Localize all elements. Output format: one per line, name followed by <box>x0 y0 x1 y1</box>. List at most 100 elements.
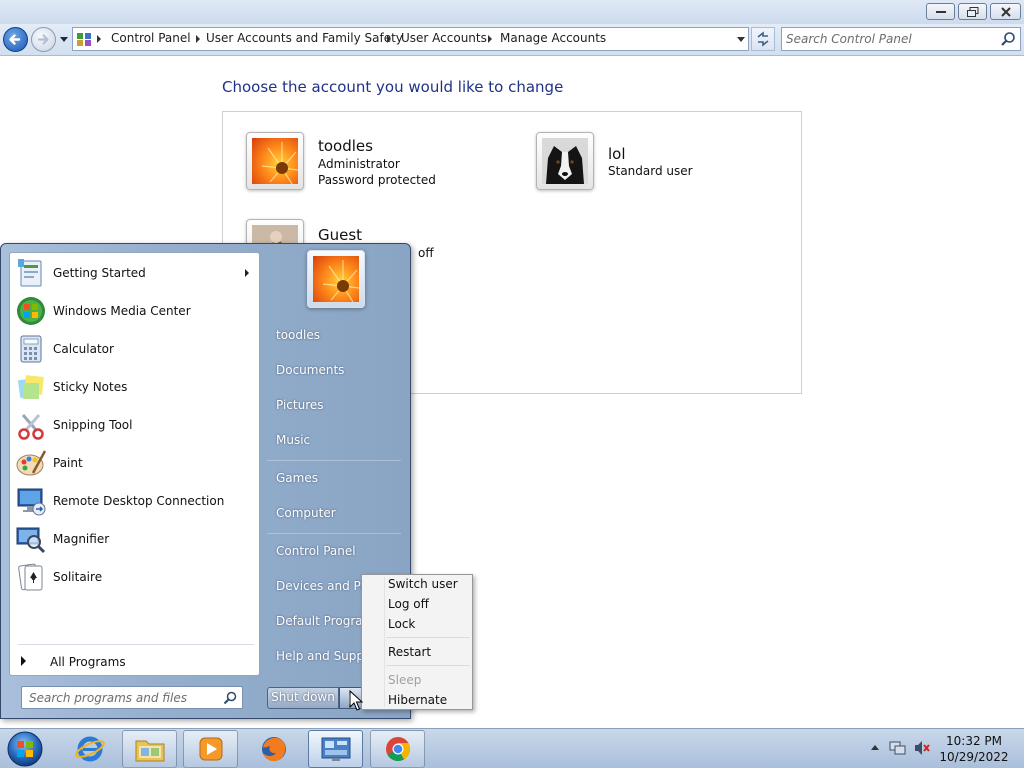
separator <box>267 533 401 534</box>
minimize-button[interactable] <box>926 3 955 20</box>
recent-pages-icon[interactable] <box>59 36 69 44</box>
taskbar-windows-explorer[interactable] <box>122 730 177 768</box>
program-label: Getting Started <box>53 266 146 280</box>
start-link-help-and-support[interactable]: Help and Suppo <box>276 649 371 663</box>
close-button[interactable] <box>990 3 1021 20</box>
program-calculator[interactable]: Calculator <box>13 331 258 367</box>
program-paint[interactable]: Paint <box>13 445 258 481</box>
minimize-icon <box>935 10 946 13</box>
menu-item-switch-user[interactable]: Switch user <box>388 577 458 591</box>
breadcrumb-manage-accounts[interactable]: Manage Accounts <box>500 31 606 45</box>
separator <box>386 665 470 666</box>
start-orb-icon <box>7 731 43 767</box>
show-hidden-icons-icon[interactable] <box>871 745 879 750</box>
breadcrumb-separator-icon[interactable] <box>196 35 200 43</box>
search-input[interactable] <box>786 31 991 47</box>
start-search-box[interactable] <box>21 686 243 709</box>
start-link-default-programs[interactable]: Default Program <box>276 614 374 628</box>
menu-item-sleep: Sleep <box>388 673 422 687</box>
program-snipping-tool[interactable]: Snipping Tool <box>13 407 258 443</box>
breadcrumb-separator-icon <box>97 35 101 43</box>
page-title: Choose the account you would like to cha… <box>222 78 564 96</box>
chrome-icon <box>385 737 410 762</box>
media-player-icon <box>199 737 222 761</box>
separator <box>18 644 254 645</box>
program-solitaire[interactable]: Solitaire <box>13 559 258 595</box>
start-link-pictures[interactable]: Pictures <box>276 398 324 412</box>
internet-explorer-icon <box>74 736 105 762</box>
start-link-documents[interactable]: Documents <box>276 363 344 377</box>
firefox-icon <box>261 737 286 762</box>
clock-time[interactable]: 10:32 PM <box>930 734 1018 748</box>
forward-button[interactable] <box>31 27 56 52</box>
program-label: Windows Media Center <box>53 304 191 318</box>
start-link-control-panel[interactable]: Control Panel <box>276 544 356 558</box>
account-picture <box>536 132 594 190</box>
program-label: Remote Desktop Connection <box>53 494 225 508</box>
restore-icon <box>966 6 978 17</box>
refresh-button[interactable] <box>751 27 775 51</box>
start-button[interactable] <box>5 730 45 768</box>
expand-arrow-icon <box>21 656 26 666</box>
start-link-music[interactable]: Music <box>276 433 310 447</box>
program-windows-media-center[interactable]: Windows Media Center <box>13 293 258 329</box>
scissors-icon <box>18 414 44 440</box>
programs-pane: Getting Started Windows Media Center Cal… <box>9 252 260 676</box>
program-label: Calculator <box>53 342 114 356</box>
refresh-icon <box>757 31 769 47</box>
program-magnifier[interactable]: Magnifier <box>13 521 258 557</box>
breadcrumb-user-accounts[interactable]: User Accounts <box>401 31 487 45</box>
search-icon[interactable] <box>223 691 237 705</box>
breadcrumb-separator-icon[interactable] <box>387 35 391 43</box>
close-icon <box>1000 6 1011 17</box>
start-link-games[interactable]: Games <box>276 471 318 485</box>
account-name: lol <box>608 145 626 163</box>
all-programs-label: All Programs <box>50 655 126 669</box>
taskbar-control-panel[interactable] <box>308 730 363 768</box>
submenu-arrow-icon[interactable] <box>245 269 249 277</box>
navigation-bar: Control Panel User Accounts and Family S… <box>0 24 1024 56</box>
media-center-icon <box>17 297 45 325</box>
all-programs-button[interactable]: All Programs <box>18 653 254 673</box>
getting-started-icon <box>18 259 42 287</box>
start-link-user-folder[interactable]: toodles <box>276 328 320 342</box>
menu-item-hibernate[interactable]: Hibernate <box>388 693 447 707</box>
search-box[interactable] <box>781 27 1021 51</box>
taskbar-firefox[interactable] <box>246 730 301 768</box>
search-icon[interactable] <box>1000 31 1016 47</box>
program-remote-desktop-connection[interactable]: Remote Desktop Connection <box>13 483 258 519</box>
clock-date[interactable]: 10/29/2022 <box>930 750 1018 764</box>
volume-muted-icon[interactable] <box>914 740 930 756</box>
menu-item-lock[interactable]: Lock <box>388 617 415 631</box>
account-type: Administrator <box>318 157 400 171</box>
taskbar-chrome[interactable] <box>370 730 425 768</box>
program-sticky-notes[interactable]: Sticky Notes <box>13 369 258 405</box>
paint-palette-icon <box>16 450 47 476</box>
start-link-computer[interactable]: Computer <box>276 506 336 520</box>
program-label: Paint <box>53 456 83 470</box>
taskbar-media-player[interactable] <box>183 730 238 768</box>
menu-gutter <box>384 577 385 707</box>
menu-item-log-off[interactable]: Log off <box>388 597 429 611</box>
network-icon[interactable] <box>889 740 907 756</box>
account-toodles[interactable]: toodles Administrator Password protected <box>246 132 506 194</box>
breadcrumb-user-accounts-family-safety[interactable]: User Accounts and Family Safety <box>206 31 403 45</box>
breadcrumb-control-panel[interactable]: Control Panel <box>111 31 191 45</box>
flower-icon <box>252 138 298 184</box>
folder-icon <box>135 740 164 762</box>
program-getting-started[interactable]: Getting Started <box>13 255 258 291</box>
breadcrumb-separator-icon[interactable] <box>488 35 492 43</box>
start-search-input[interactable] <box>29 691 214 705</box>
address-bar[interactable]: Control Panel User Accounts and Family S… <box>72 27 749 51</box>
restore-button[interactable] <box>958 3 987 20</box>
control-panel-icon <box>321 737 350 761</box>
menu-item-restart[interactable]: Restart <box>388 645 431 659</box>
address-dropdown-icon[interactable] <box>737 37 745 42</box>
account-lol[interactable]: lol Standard user <box>536 132 776 194</box>
shutdown-button[interactable]: Shut down <box>267 687 339 709</box>
taskbar-internet-explorer[interactable] <box>62 730 117 768</box>
separator <box>386 637 470 638</box>
mouse-cursor-icon <box>349 690 363 711</box>
back-button[interactable] <box>3 27 28 52</box>
user-picture[interactable] <box>307 250 365 308</box>
